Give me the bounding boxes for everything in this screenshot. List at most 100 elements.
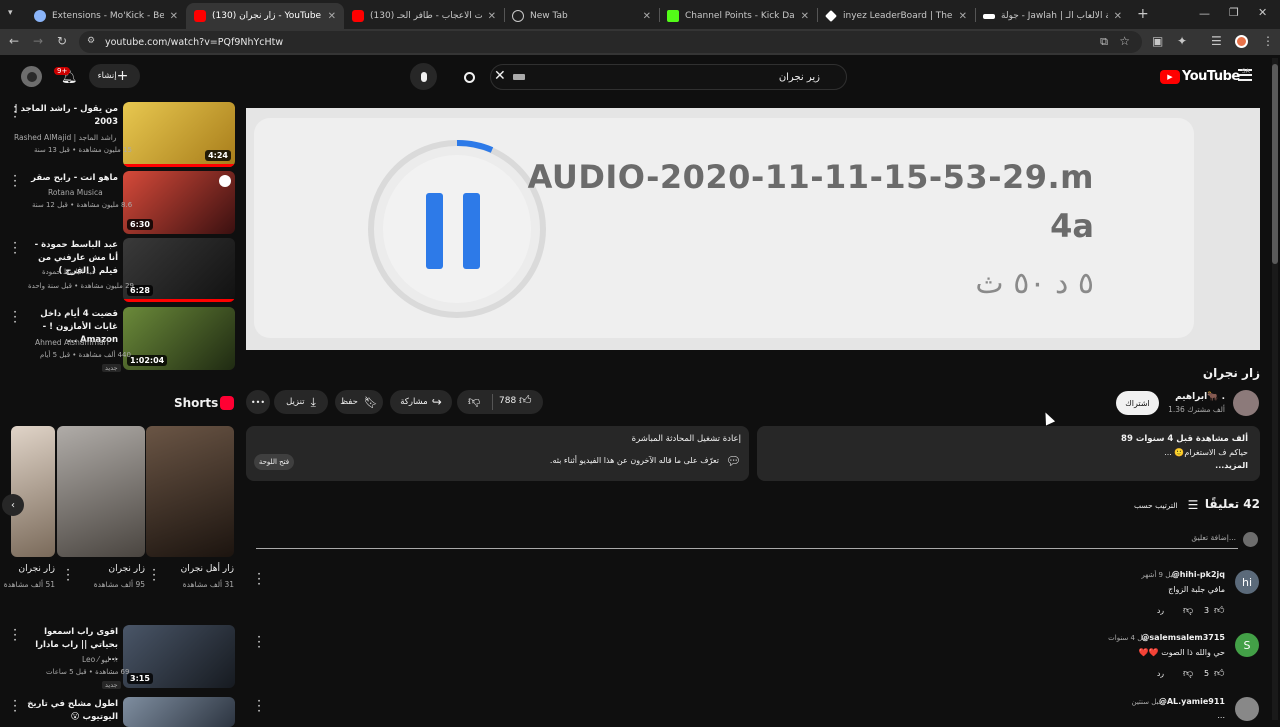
tab-youtube-2[interactable]: (130) نظرات الاعجاب - طافر الحـ ✕ — [344, 3, 504, 29]
comment-avatar[interactable]: hi — [1235, 570, 1259, 594]
comment-reply-button[interactable]: رد — [1157, 669, 1164, 678]
clear-search-icon[interactable]: ✕ — [494, 68, 506, 84]
comment-menu-icon[interactable]: · · · — [255, 631, 263, 653]
new-tab-button[interactable]: + — [1137, 6, 1149, 22]
youtube-logo[interactable]: ▶ YouTube SA — [1160, 68, 1250, 84]
comment-dislike-icon[interactable]: 👎︎ — [1183, 604, 1193, 616]
related-video-thumbnail[interactable] — [123, 697, 235, 727]
reading-list-icon[interactable]: ☰ — [1211, 34, 1222, 48]
bookmark-star-icon[interactable]: ☆ — [1119, 34, 1130, 48]
keyboard-icon[interactable] — [513, 74, 525, 80]
comment-reply-button[interactable]: رد — [1157, 606, 1164, 615]
add-comment-input[interactable]: إضافة تعليق... — [1191, 533, 1236, 542]
tab-youtube-active[interactable]: (130) زار نجران - YouTube ✕ — [186, 3, 344, 29]
address-bar[interactable]: ⚙ youtube.com/watch?v=PQf9NhYcHtw ⧉ ☆ — [79, 31, 1142, 53]
comment-avatar[interactable] — [1235, 697, 1259, 721]
related-video-channel[interactable]: Leo ⁄ ليو ☆ — [82, 655, 119, 664]
open-panel-button[interactable]: فتح اللوحة — [254, 454, 294, 470]
related-video-menu-icon[interactable]: · · · — [11, 101, 19, 123]
extensions-icon[interactable]: ✦ — [1177, 34, 1187, 48]
short-thumbnail[interactable] — [11, 426, 55, 557]
comment-author[interactable]: @hihi-pk2jq — [1172, 570, 1225, 579]
close-tab-icon[interactable]: ✕ — [643, 11, 651, 22]
comment-author[interactable]: @salemsalem3715 — [1141, 633, 1225, 642]
comment-avatar[interactable]: S — [1235, 633, 1259, 657]
channel-name[interactable]: ابراهيم🐂 . — [1175, 392, 1225, 402]
related-video-thumbnail[interactable]: 6:28 — [123, 238, 235, 302]
related-video-thumbnail[interactable]: 3:15 — [123, 625, 235, 688]
profile-avatar[interactable] — [1235, 35, 1248, 48]
related-video-channel[interactable]: Ahmed Alshammari — [35, 338, 109, 347]
tab-extensions[interactable]: Extensions - Mo'Kick - Better Ki ✕ — [26, 3, 186, 29]
tab-inyez-leaderboard[interactable]: inyez LeaderBoard | The best Cl ✕ — [817, 3, 975, 29]
voice-search-button[interactable] — [410, 63, 437, 90]
download-button[interactable]: تنزيل ⤓ — [274, 390, 328, 414]
related-video-menu-icon[interactable]: · · · — [11, 170, 19, 192]
close-tab-icon[interactable]: ✕ — [959, 11, 967, 22]
related-video-thumbnail[interactable]: 6:30 — [123, 171, 235, 234]
tab-search-icon[interactable]: ▾ — [8, 8, 13, 18]
short-title[interactable]: زار أهل نجران — [181, 564, 234, 574]
search-button[interactable] — [455, 64, 483, 90]
scrollbar-thumb[interactable] — [1272, 64, 1278, 264]
account-avatar[interactable] — [21, 66, 42, 87]
pause-icon[interactable] — [360, 132, 554, 326]
site-info-icon[interactable]: ⚙ — [87, 36, 95, 46]
back-icon[interactable]: ← — [9, 34, 19, 48]
comment-menu-icon[interactable]: · · · — [255, 695, 263, 717]
share-button[interactable]: مشاركة ↪ — [390, 390, 452, 414]
search-input[interactable]: زير نجران — [490, 64, 847, 90]
close-tab-icon[interactable]: ✕ — [1114, 11, 1122, 22]
close-tab-icon[interactable]: ✕ — [488, 11, 496, 22]
minimize-icon[interactable]: — — [1199, 7, 1210, 20]
close-tab-icon[interactable]: ✕ — [328, 11, 336, 22]
forward-icon[interactable]: → — [33, 34, 43, 48]
close-tab-icon[interactable]: ✕ — [170, 11, 178, 22]
comment-author[interactable]: @AL.yamie911 — [1159, 697, 1225, 706]
related-video-channel[interactable]: Rashed AlMajid | راشد الماجد — [14, 133, 116, 142]
install-app-icon[interactable]: ⧉ — [1100, 35, 1108, 49]
media-icon[interactable]: ▣ — [1152, 34, 1163, 48]
related-video-thumbnail[interactable]: 1:02:04 — [123, 307, 235, 370]
url-text[interactable]: youtube.com/watch?v=PQf9NhYcHtw — [105, 37, 283, 48]
restore-icon[interactable]: ❐ — [1229, 6, 1239, 19]
description-box[interactable]: 89 ألف مشاهدة قبل 4 سنوات حياكم ف الاستغ… — [757, 426, 1260, 481]
related-video-channel[interactable]: Rotana Musica — [48, 188, 103, 197]
show-more-link[interactable]: ...المزيد — [1215, 461, 1248, 470]
dislike-icon[interactable]: 👎︎ — [468, 394, 480, 409]
tab-jawlah[interactable]: جولة - Jawlah | منصة الألعاب الـ ✕ — [975, 3, 1130, 29]
comment-menu-icon[interactable]: · · · — [255, 568, 263, 590]
related-video-menu-icon[interactable]: · · · — [11, 695, 19, 717]
close-window-icon[interactable]: ✕ — [1258, 6, 1267, 19]
related-video-title[interactable]: اطول مشلح في تاريخ اليوتيوب 😮 — [23, 698, 118, 724]
short-title[interactable]: زار نجران — [109, 564, 145, 574]
sort-comments-button[interactable]: الترتيب حسب ☰ — [1134, 498, 1198, 512]
video-player[interactable]: AUDIO-2020-11-11-15-53-29.m 4a ٥ د ٥٠ ث — [246, 108, 1260, 350]
comment-dislike-icon[interactable]: 👎︎ — [1183, 667, 1193, 679]
shorts-scroll-left-button[interactable]: ‹ — [2, 494, 24, 516]
comment-like-icon[interactable]: 👍︎ — [1214, 667, 1224, 679]
save-button[interactable]: حفظ 🔖︎ — [335, 390, 383, 414]
page-scrollbar[interactable] — [1272, 58, 1278, 720]
related-video-channel[interactable]: عبد الباسط حمودة — [42, 268, 96, 276]
comment-like-icon[interactable]: 👍︎ — [1214, 604, 1224, 616]
related-video-thumbnail[interactable]: 4:24 — [123, 102, 235, 167]
short-thumbnail[interactable] — [57, 426, 145, 557]
short-thumbnail[interactable] — [146, 426, 234, 557]
like-count[interactable]: 788 — [499, 396, 516, 406]
create-button[interactable]: + إنشاء — [89, 64, 140, 88]
short-menu-icon[interactable]: · · · — [64, 564, 72, 586]
short-menu-icon[interactable]: · · · — [150, 564, 158, 586]
related-video-menu-icon[interactable]: · · · — [11, 624, 19, 646]
short-title[interactable]: زار نجران — [19, 564, 55, 574]
more-actions-button[interactable]: ••• — [246, 390, 270, 414]
like-icon[interactable]: 👍︎ — [519, 393, 532, 408]
related-video-title[interactable]: ماهو انت - رابح صقر — [31, 172, 118, 185]
related-video-menu-icon[interactable]: · · · — [11, 237, 19, 259]
channel-avatar[interactable] — [1233, 390, 1259, 416]
subscribe-button[interactable]: اشتراك — [1116, 391, 1159, 415]
related-video-title[interactable]: من يقول - راشد الماجد | 2003 — [8, 103, 118, 129]
tab-kick-channel-points[interactable]: Channel Points - Kick Dashboar ✕ — [659, 3, 817, 29]
tab-new-tab[interactable]: New Tab ✕ — [504, 3, 659, 29]
reload-icon[interactable]: ↻ — [57, 34, 67, 48]
